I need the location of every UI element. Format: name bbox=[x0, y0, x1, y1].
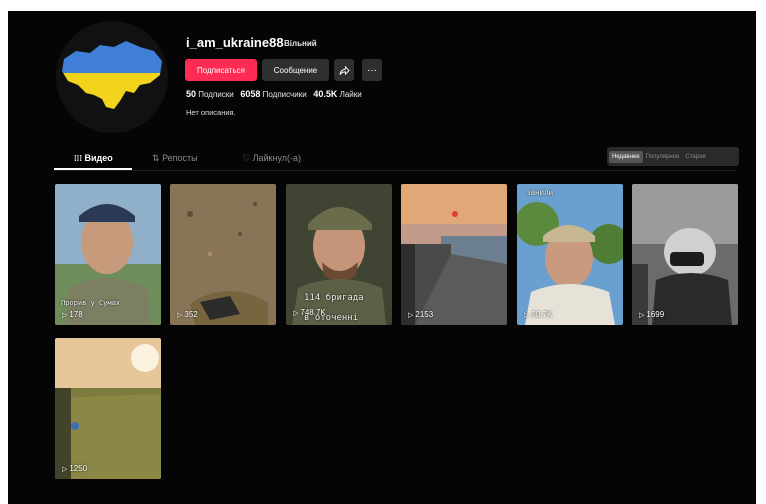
view-count: ▷ 2153 bbox=[408, 310, 434, 319]
video-card[interactable]: ▷ 1699 bbox=[632, 184, 738, 325]
message-button[interactable]: Сообщение bbox=[262, 59, 329, 81]
video-thumbnail bbox=[517, 184, 623, 325]
play-icon: ▷ bbox=[177, 311, 183, 319]
heart-icon: ♡ bbox=[242, 153, 251, 163]
view-count: ▷ 1250 bbox=[62, 464, 88, 473]
share-button[interactable] bbox=[334, 59, 354, 81]
video-card[interactable]: 114 бригада в оточенні ▷ 748.7K bbox=[286, 184, 392, 325]
view-count: ▷ 30.7K bbox=[524, 310, 553, 319]
video-thumbnail bbox=[286, 184, 392, 325]
more-button[interactable]: ··· bbox=[362, 59, 382, 81]
play-icon: ▷ bbox=[524, 311, 530, 319]
play-icon: ▷ bbox=[408, 311, 414, 319]
profile-tag: Вільний bbox=[284, 39, 317, 48]
tab-reposts-label: Репосты bbox=[162, 153, 198, 163]
video-card[interactable]: ▷ 1250 bbox=[55, 338, 161, 479]
followers-count: 6058 bbox=[240, 89, 261, 99]
tab-videos-label: Видео bbox=[84, 153, 113, 163]
tab-liked-label: Лайкнул(-а) bbox=[252, 153, 301, 163]
play-icon: ▷ bbox=[639, 311, 645, 319]
following-count: 50 bbox=[186, 89, 197, 99]
repost-icon: ⇅ bbox=[152, 153, 160, 163]
sort-toggle: Недавнее Популярное Старое bbox=[607, 147, 739, 166]
bio: Нет описания. bbox=[186, 108, 236, 117]
play-icon: ▷ bbox=[293, 309, 299, 317]
followers-label[interactable]: Подписчики bbox=[263, 90, 307, 99]
tab-divider bbox=[54, 170, 736, 171]
tab-videos[interactable]: ⁞⁞⁞ Видео bbox=[74, 153, 113, 163]
view-count: ▷ 352 bbox=[177, 310, 198, 319]
play-icon: ▷ bbox=[62, 311, 68, 319]
video-card[interactable]: ▷ 352 bbox=[170, 184, 276, 325]
video-card[interactable]: ▷ 2153 bbox=[401, 184, 507, 325]
play-icon: ▷ bbox=[62, 465, 68, 473]
video-thumbnail bbox=[170, 184, 276, 325]
username: i_am_ukraine88 bbox=[186, 35, 284, 50]
tab-reposts[interactable]: ⇅ Репосты bbox=[152, 153, 198, 164]
video-thumbnail bbox=[55, 338, 161, 479]
follow-button[interactable]: Подписаться bbox=[185, 59, 257, 81]
sort-popular[interactable]: Популярное bbox=[643, 151, 683, 163]
view-count: ▷ 178 bbox=[62, 310, 83, 319]
profile-stats: 50 Подписки 6058 Подписчики 40.5K Лайки bbox=[186, 89, 362, 99]
video-thumbnail bbox=[401, 184, 507, 325]
sort-oldest[interactable]: Старое bbox=[682, 151, 708, 163]
video-thumbnail bbox=[632, 184, 738, 325]
video-card[interactable]: Прорив у Сумах ▷ 178 bbox=[55, 184, 161, 325]
likes-count: 40.5K bbox=[313, 89, 338, 99]
share-icon bbox=[338, 65, 350, 75]
sort-newest[interactable]: Недавнее bbox=[609, 150, 643, 163]
profile-page: i_am_ukraine88 Вільний Подписаться Сообщ… bbox=[8, 11, 756, 504]
video-caption: занили bbox=[527, 188, 554, 197]
avatar[interactable] bbox=[56, 21, 168, 133]
following-label[interactable]: Подписки bbox=[198, 90, 233, 99]
view-count: ▷ 748.7K bbox=[293, 308, 326, 317]
video-caption: Прорив у Сумах bbox=[61, 299, 121, 307]
grid-icon: ⁞⁞⁞ bbox=[74, 154, 82, 163]
video-caption: 114 бригада bbox=[304, 293, 364, 303]
likes-label: Лайки bbox=[339, 90, 362, 99]
tab-liked[interactable]: ♡ Лайкнул(-а) bbox=[242, 153, 301, 164]
video-card[interactable]: занили ▷ 30.7K bbox=[517, 184, 623, 325]
view-count: ▷ 1699 bbox=[639, 310, 665, 319]
